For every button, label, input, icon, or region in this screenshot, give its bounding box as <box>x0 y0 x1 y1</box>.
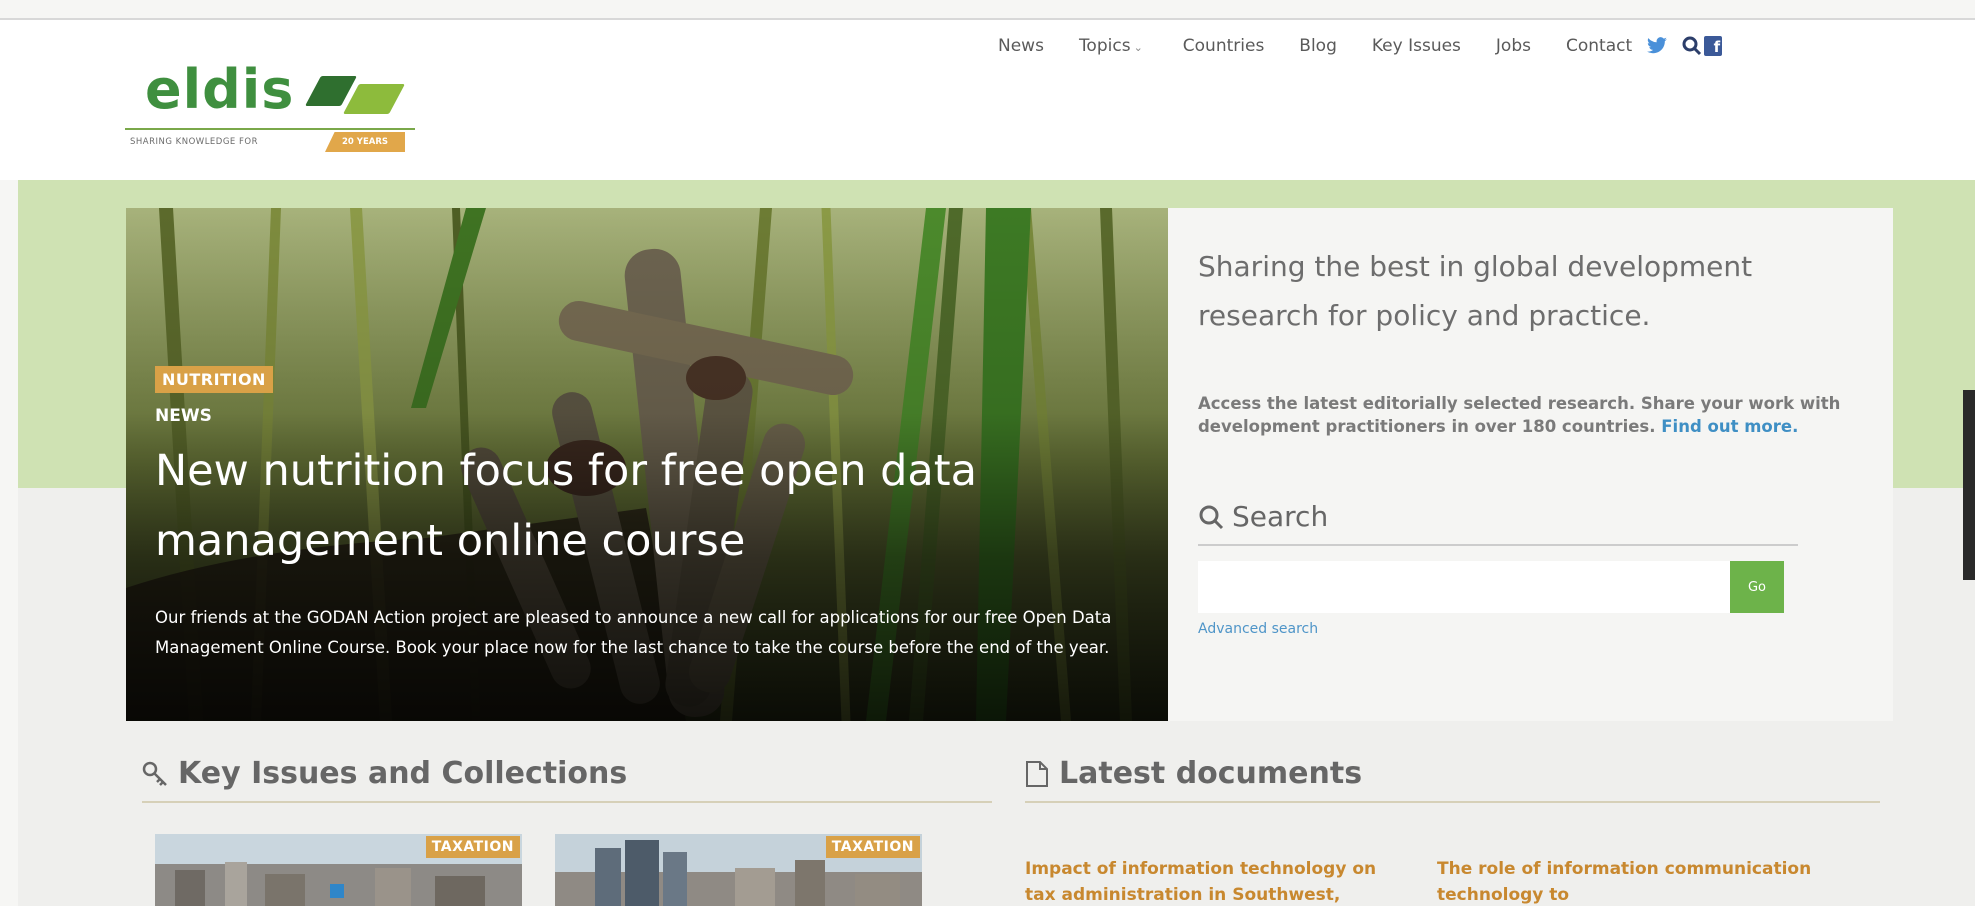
main-nav: News Topics ⌄ Countries Blog Key Issues J… <box>998 34 1723 58</box>
search-icon <box>1199 505 1224 529</box>
search-input[interactable] <box>1198 561 1760 613</box>
find-out-more-link[interactable]: Find out more. <box>1661 417 1798 436</box>
document-link[interactable]: The role of information communication te… <box>1437 856 1822 906</box>
site-tagline: Sharing the best in global development r… <box>1198 250 1753 332</box>
nav-contact[interactable]: Contact <box>1566 36 1632 56</box>
advanced-search-link[interactable]: Advanced search <box>1198 621 1318 637</box>
nav-key-issues[interactable]: Key Issues <box>1372 36 1461 56</box>
search-heading: Search <box>1198 500 1328 533</box>
latest-documents-heading-label: Latest documents <box>1059 756 1363 791</box>
search-divider <box>1198 544 1798 546</box>
logo-leaf-light <box>343 84 405 114</box>
intro-description: Access the latest editorially selected r… <box>1198 392 1848 438</box>
card-topic-badge: TAXATION <box>425 836 520 858</box>
key-issues-heading: Key Issues and Collections <box>142 756 627 791</box>
featured-story[interactable]: NUTRITION NEWS New nutrition focus for f… <box>126 208 1168 721</box>
nav-topics-label: Topics <box>1078 36 1131 56</box>
logo-underline <box>125 128 415 130</box>
hero-description: Our friends at the GODAN Action project … <box>155 608 1112 657</box>
card-topic-badge: TAXATION <box>825 836 920 858</box>
intro-panel: Sharing the best in global development r… <box>1168 208 1893 721</box>
hero-title[interactable]: New nutrition focus for free open data m… <box>155 436 1055 576</box>
key-issue-card[interactable]: TAXATION <box>555 834 922 906</box>
eldis-logo[interactable]: eldis SHARING KNOWLEDGE FOR 20 YEARS <box>125 58 425 158</box>
feedback-tab[interactable] <box>1963 390 1975 580</box>
nav-topics[interactable]: Topics ⌄ <box>1079 36 1143 56</box>
twitter-icon[interactable] <box>1646 37 1668 55</box>
nav-jobs[interactable]: Jobs <box>1496 36 1531 56</box>
document-link[interactable]: Impact of information technology on tax … <box>1025 856 1410 906</box>
logo-tagline: SHARING KNOWLEDGE FOR <box>130 137 258 147</box>
chevron-down-icon: ⌄ <box>1133 41 1143 54</box>
hero-topic-badge[interactable]: NUTRITION <box>155 366 273 393</box>
latest-documents-heading: Latest documents <box>1025 756 1362 791</box>
key-issue-card[interactable]: TAXATION <box>155 834 522 906</box>
key-issues-heading-label: Key Issues and Collections <box>178 756 628 791</box>
search-heading-label: Search <box>1232 500 1329 533</box>
hero-content-type: NEWS <box>155 406 212 426</box>
document-icon <box>1026 760 1048 787</box>
nav-news[interactable]: News <box>998 36 1044 56</box>
nav-blog[interactable]: Blog <box>1299 36 1337 56</box>
nav-countries[interactable]: Countries <box>1183 36 1265 56</box>
key-issues-divider <box>142 801 992 803</box>
key-icon <box>142 761 167 786</box>
latest-documents-divider <box>1025 801 1880 803</box>
logo-wordmark: eldis <box>145 58 295 121</box>
search-go-button[interactable]: Go <box>1730 561 1784 613</box>
logo-badge: 20 YEARS <box>325 132 405 152</box>
facebook-icon[interactable]: f <box>1704 36 1723 56</box>
search-icon[interactable] <box>1682 36 1702 56</box>
